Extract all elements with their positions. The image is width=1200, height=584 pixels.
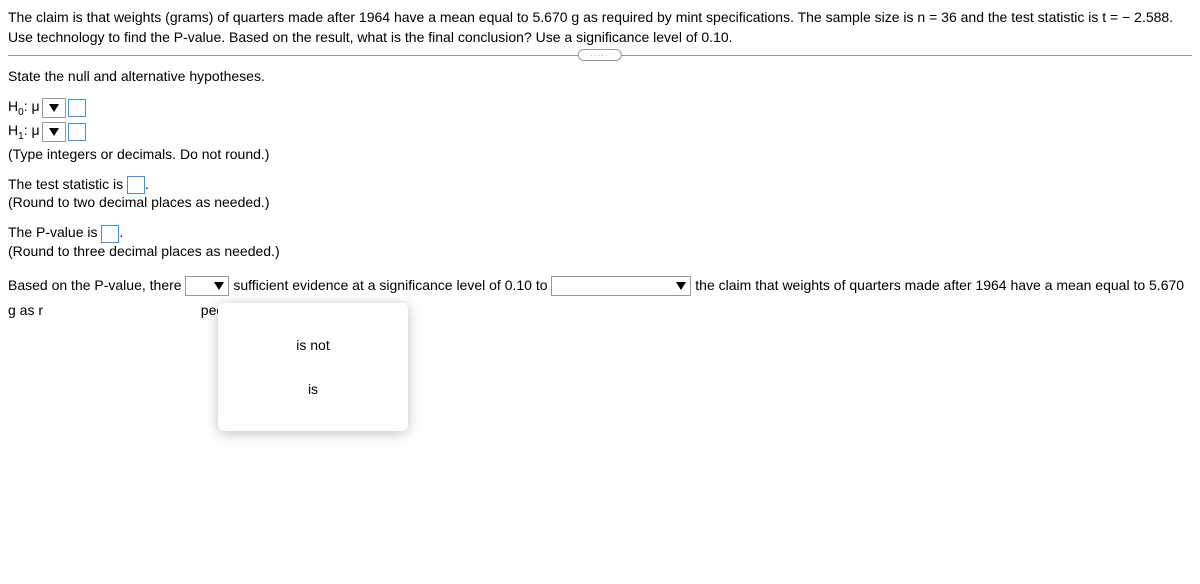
divider-handle[interactable]: ..... [578, 49, 622, 61]
section-divider: ..... [8, 55, 1192, 56]
chevron-down-icon [214, 282, 224, 290]
dropdown-option-is[interactable]: is [218, 367, 408, 411]
evidence-dropdown[interactable] [185, 276, 229, 296]
h0-value-input[interactable] [68, 99, 86, 117]
h1-row: H1: μ [8, 122, 1192, 142]
dropdown-option-is-not[interactable]: is not [218, 323, 408, 367]
test-statistic-hint: (Round to two decimal places as needed.) [8, 194, 1192, 210]
evidence-dropdown-menu: is not is [218, 303, 408, 431]
h1-label: H1: μ [8, 122, 40, 142]
h0-label: H0: μ [8, 98, 40, 118]
test-statistic-line: The test statistic is . [8, 176, 1192, 194]
chevron-down-icon [49, 128, 59, 136]
hypotheses-prompt: State the null and alternative hypothese… [8, 68, 1192, 84]
pvalue-input[interactable] [101, 225, 119, 243]
hypotheses-hint: (Type integers or decimals. Do not round… [8, 146, 1192, 162]
chevron-down-icon [676, 282, 686, 290]
test-statistic-input[interactable] [127, 176, 145, 194]
conclusion-line: Based on the P-value, there sufficient e… [8, 273, 1192, 323]
h0-operator-dropdown[interactable] [42, 98, 66, 118]
h0-row: H0: μ [8, 98, 1192, 118]
action-dropdown[interactable] [551, 276, 691, 296]
h1-operator-dropdown[interactable] [42, 122, 66, 142]
chevron-down-icon [49, 104, 59, 112]
problem-statement: The claim is that weights (grams) of qua… [8, 8, 1192, 47]
pvalue-line: The P-value is . [8, 224, 1192, 242]
h1-value-input[interactable] [68, 123, 86, 141]
pvalue-hint: (Round to three decimal places as needed… [8, 243, 1192, 259]
